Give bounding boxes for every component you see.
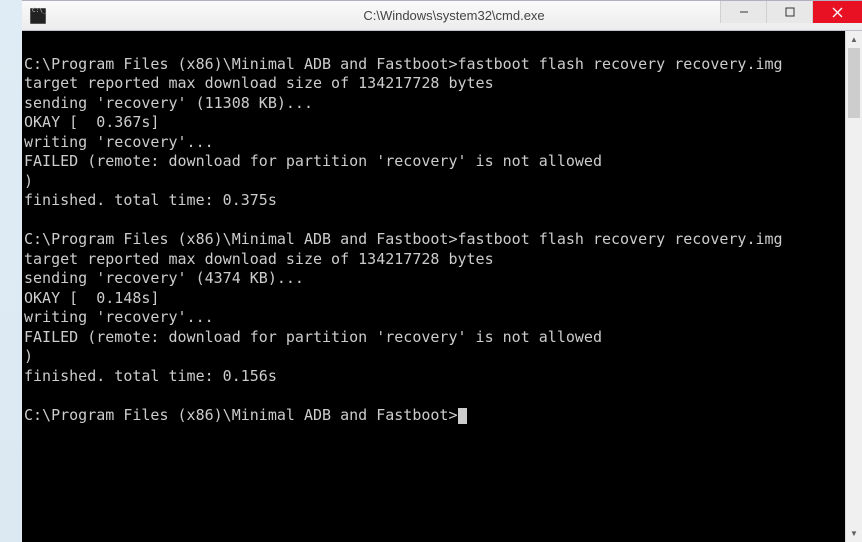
desktop-background [0, 0, 22, 542]
terminal-line: sending 'recovery' (11308 KB)... [24, 94, 845, 114]
terminal-line: writing 'recovery'... [24, 133, 845, 153]
terminal-line [24, 211, 845, 231]
terminal-line: OKAY [ 0.367s] [24, 113, 845, 133]
terminal-line [24, 35, 845, 55]
terminal-line: finished. total time: 0.375s [24, 191, 845, 211]
scrollbar-track[interactable] [846, 48, 862, 525]
terminal-line: ) [24, 347, 845, 367]
terminal-prompt: C:\Program Files (x86)\Minimal ADB and F… [24, 406, 457, 424]
cmd-icon [30, 8, 46, 24]
terminal-line: target reported max download size of 134… [24, 250, 845, 270]
close-button[interactable] [812, 1, 862, 23]
minimize-icon [739, 7, 749, 17]
scroll-up-arrow-icon[interactable]: ▲ [846, 31, 862, 48]
terminal-cursor [458, 408, 467, 424]
scroll-down-arrow-icon[interactable]: ▼ [846, 525, 862, 542]
window-controls [720, 1, 862, 25]
terminal-line: finished. total time: 0.156s [24, 367, 845, 387]
minimize-button[interactable] [720, 1, 766, 23]
terminal-line: C:\Program Files (x86)\Minimal ADB and F… [24, 55, 845, 75]
terminal-line: target reported max download size of 134… [24, 74, 845, 94]
scrollbar-thumb[interactable] [848, 48, 860, 118]
terminal-line: ) [24, 172, 845, 192]
titlebar[interactable]: C:\Windows\system32\cmd.exe [22, 1, 862, 31]
terminal-line [24, 386, 845, 406]
terminal-line: OKAY [ 0.148s] [24, 289, 845, 309]
terminal-line: FAILED (remote: download for partition '… [24, 152, 845, 172]
terminal-prompt-line[interactable]: C:\Program Files (x86)\Minimal ADB and F… [24, 406, 845, 426]
maximize-icon [785, 7, 795, 17]
cmd-window: C:\Windows\system32\cmd.exe C:\Program F… [22, 0, 862, 542]
terminal-line: C:\Program Files (x86)\Minimal ADB and F… [24, 230, 845, 250]
close-icon [832, 7, 843, 18]
maximize-button[interactable] [766, 1, 812, 23]
terminal-area: C:\Program Files (x86)\Minimal ADB and F… [22, 31, 862, 542]
terminal-line: FAILED (remote: download for partition '… [24, 328, 845, 348]
terminal-output[interactable]: C:\Program Files (x86)\Minimal ADB and F… [22, 31, 845, 542]
terminal-line: sending 'recovery' (4374 KB)... [24, 269, 845, 289]
vertical-scrollbar[interactable]: ▲ ▼ [845, 31, 862, 542]
terminal-line: writing 'recovery'... [24, 308, 845, 328]
